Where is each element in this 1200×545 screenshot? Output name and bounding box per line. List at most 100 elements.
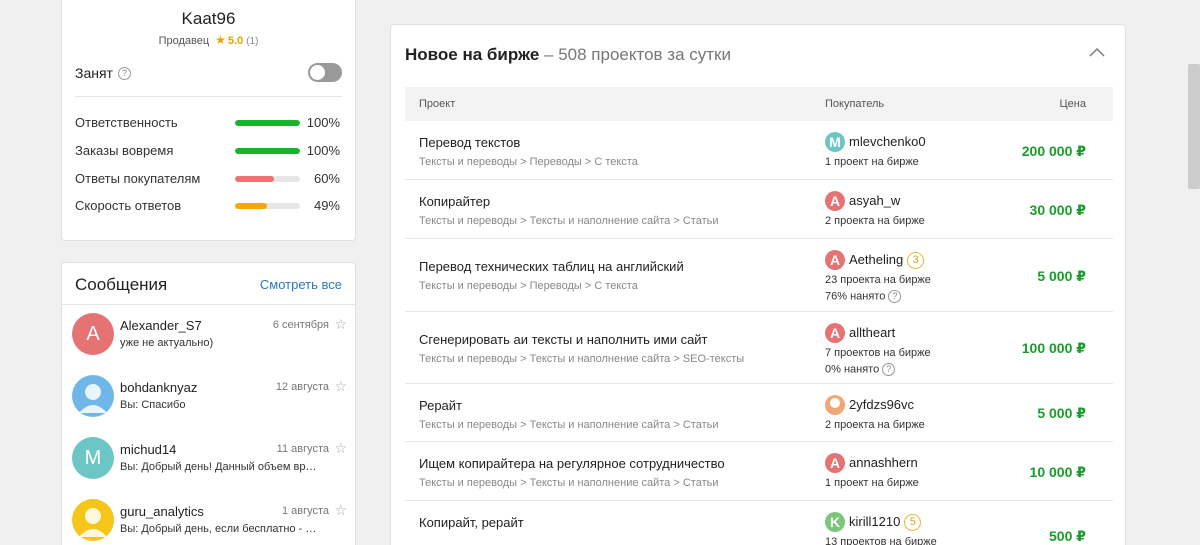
project-title[interactable]: Копирайтер [419,194,490,209]
page-scrollbar[interactable] [1188,64,1200,189]
buyer-projects: 1 проект на бирже [825,156,919,168]
message-item[interactable]: bohdanknyaz 12 августа ☆ Вы: Спасибо [72,375,347,425]
buyer-name[interactable]: Aetheling [849,252,903,267]
buyer-name[interactable]: 2yfdzs96vc [849,397,914,412]
message-username[interactable]: michud14 [120,442,176,457]
buyer-name-line: alltheart [849,325,895,340]
project-price: 30 000 ₽ [1029,202,1086,218]
buyer-avatar[interactable]: A [825,453,845,473]
message-date: 12 августа [275,381,329,393]
stat-label: Скорость ответов [75,198,182,213]
stat-bar [235,176,300,182]
buyer-avatar[interactable]: A [825,191,845,211]
buyer-avatar[interactable]: A [825,323,845,343]
message-item[interactable]: A Alexander_S7 6 сентября ☆ уже не актуально… [72,313,347,363]
table-row[interactable]: Копирайт, рерайт Kkirill1210 5 13 проектов … [405,501,1113,545]
buyer-name-line: mlevchenko0 [849,134,926,149]
project-price: 5 000 ₽ [1037,405,1086,421]
buyer-name-line: 2yfdzs96vc [849,397,914,412]
buyer-projects: 2 проекта на бирже [825,215,925,227]
stat-bar [235,120,300,126]
profile-role-line: Продавец ★ 5.0 (1) [62,33,355,47]
stat-value: 100% [306,143,340,158]
message-username[interactable]: Alexander_S7 [120,318,202,333]
buyer-avatar[interactable]: M [825,132,845,152]
project-title[interactable]: Сгенерировать аи тексты и наполнить ими … [419,332,708,347]
buyer-name[interactable]: annashhern [849,455,918,470]
buyer-projects: 2 проекта на бирже [825,419,925,431]
stat-value: 100% [306,115,340,130]
buyer-name-line: Aetheling 3 [849,252,925,270]
busy-toggle[interactable] [308,63,342,82]
message-preview: уже не актуально) [120,337,214,349]
message-username[interactable]: guru_analytics [120,504,204,519]
stat-row: Скорость ответов 49% [75,198,340,216]
project-category: Тексты и переводы > Тексты и наполнение … [419,353,745,365]
project-title[interactable]: Перевод текстов [419,135,520,150]
profile-username[interactable]: Kaat96 [62,9,355,29]
help-icon[interactable]: ? [882,363,896,376]
stat-value: 49% [313,198,340,213]
project-title[interactable]: Копирайт, рерайт [419,515,524,530]
project-category: Тексты и переводы > Тексты и наполнение … [419,419,719,431]
table-row[interactable]: Перевод текстов Тексты и переводы > Перев… [405,121,1113,180]
stat-row: Ответственность 100% [75,115,340,133]
star-outline-icon[interactable]: ☆ [334,316,347,333]
project-price: 5 000 ₽ [1037,268,1086,284]
table-row[interactable]: Перевод технических таблиц на английский… [405,239,1113,312]
project-price: 10 000 ₽ [1029,464,1086,480]
table-row[interactable]: Сгенерировать аи тексты и наполнить ими … [405,312,1113,384]
project-title[interactable]: Перевод технических таблиц на английский [419,259,684,274]
message-item[interactable]: guru_analytics 1 августа ☆ Вы: Добрый день,… [72,499,347,545]
stat-bar [235,148,300,154]
star-outline-icon[interactable]: ☆ [334,378,347,395]
table-row[interactable]: Копирайтер Тексты и переводы > Тексты и н… [405,180,1113,239]
avatar[interactable]: A [72,313,114,355]
help-icon[interactable]: ? [118,67,131,80]
profile-card: Kaat96 Продавец ★ 5.0 (1) Занят ? Ответстве… [61,0,356,241]
message-item[interactable]: Mmichud14 11 августа ☆ Вы: Добрый день! Дан… [72,437,347,487]
buyer-avatar[interactable] [825,395,845,415]
column-price: Цена [1059,98,1086,110]
stat-bar-fill [235,120,300,126]
exchange-header: Новое на бирже – 508 проектов за сутки [405,45,731,65]
buyer-name-line: annashhern [849,455,918,470]
buyer-avatar[interactable]: K [825,512,845,532]
buyer-name[interactable]: asyah_w [849,193,900,208]
buyer-name[interactable]: mlevchenko0 [849,134,926,149]
chevron-up-icon[interactable] [1087,43,1107,63]
divider [75,96,342,97]
see-all-link[interactable]: Смотреть все [260,277,342,292]
exchange-title: Новое на бирже [405,45,540,64]
buyer-name[interactable]: kirill1210 [849,514,900,529]
star-icon: ★ [215,33,226,47]
avatar[interactable] [72,375,114,417]
buyer-level-badge: 5 [904,514,922,532]
project-title[interactable]: Ищем копирайтера на регулярное сотруднич… [419,456,725,471]
project-category: Тексты и переводы > Тексты и наполнение … [419,215,719,227]
project-price: 500 ₽ [1049,528,1086,544]
star-outline-icon[interactable]: ☆ [334,440,347,457]
stat-label: Ответы покупателям [75,171,201,186]
buyer-name[interactable]: alltheart [849,325,895,340]
project-category: Тексты и переводы > Переводы > С текста [419,156,638,168]
buyer-hired: 76% нанято [825,290,886,303]
buyer-avatar[interactable]: A [825,250,845,270]
table-row[interactable]: Рерайт Тексты и переводы > Тексты и напол… [405,384,1113,442]
exchange-card: Новое на бирже – 508 проектов за сутки П… [390,24,1126,545]
messages-card: Сообщения Смотреть все A Alexander_S7 6 се… [61,262,356,545]
buyer-projects: 23 проекта на бирже [825,274,931,286]
buyer-name-line: kirill1210 5 [849,514,922,532]
message-username[interactable]: bohdanknyaz [120,380,197,395]
project-category: Тексты и переводы > Переводы > С текста [419,280,638,292]
help-icon[interactable]: ? [888,290,902,303]
busy-label: Занят [75,65,113,81]
buyer-hired-line: 76% нанято? [825,290,902,303]
buyer-hired: 0% нанято [825,363,880,376]
stat-bar [235,203,300,209]
avatar[interactable] [72,499,114,541]
avatar[interactable]: M [72,437,114,479]
table-row[interactable]: Ищем копирайтера на регулярное сотруднич… [405,442,1113,501]
project-title[interactable]: Рерайт [419,398,462,413]
star-outline-icon[interactable]: ☆ [334,502,347,519]
